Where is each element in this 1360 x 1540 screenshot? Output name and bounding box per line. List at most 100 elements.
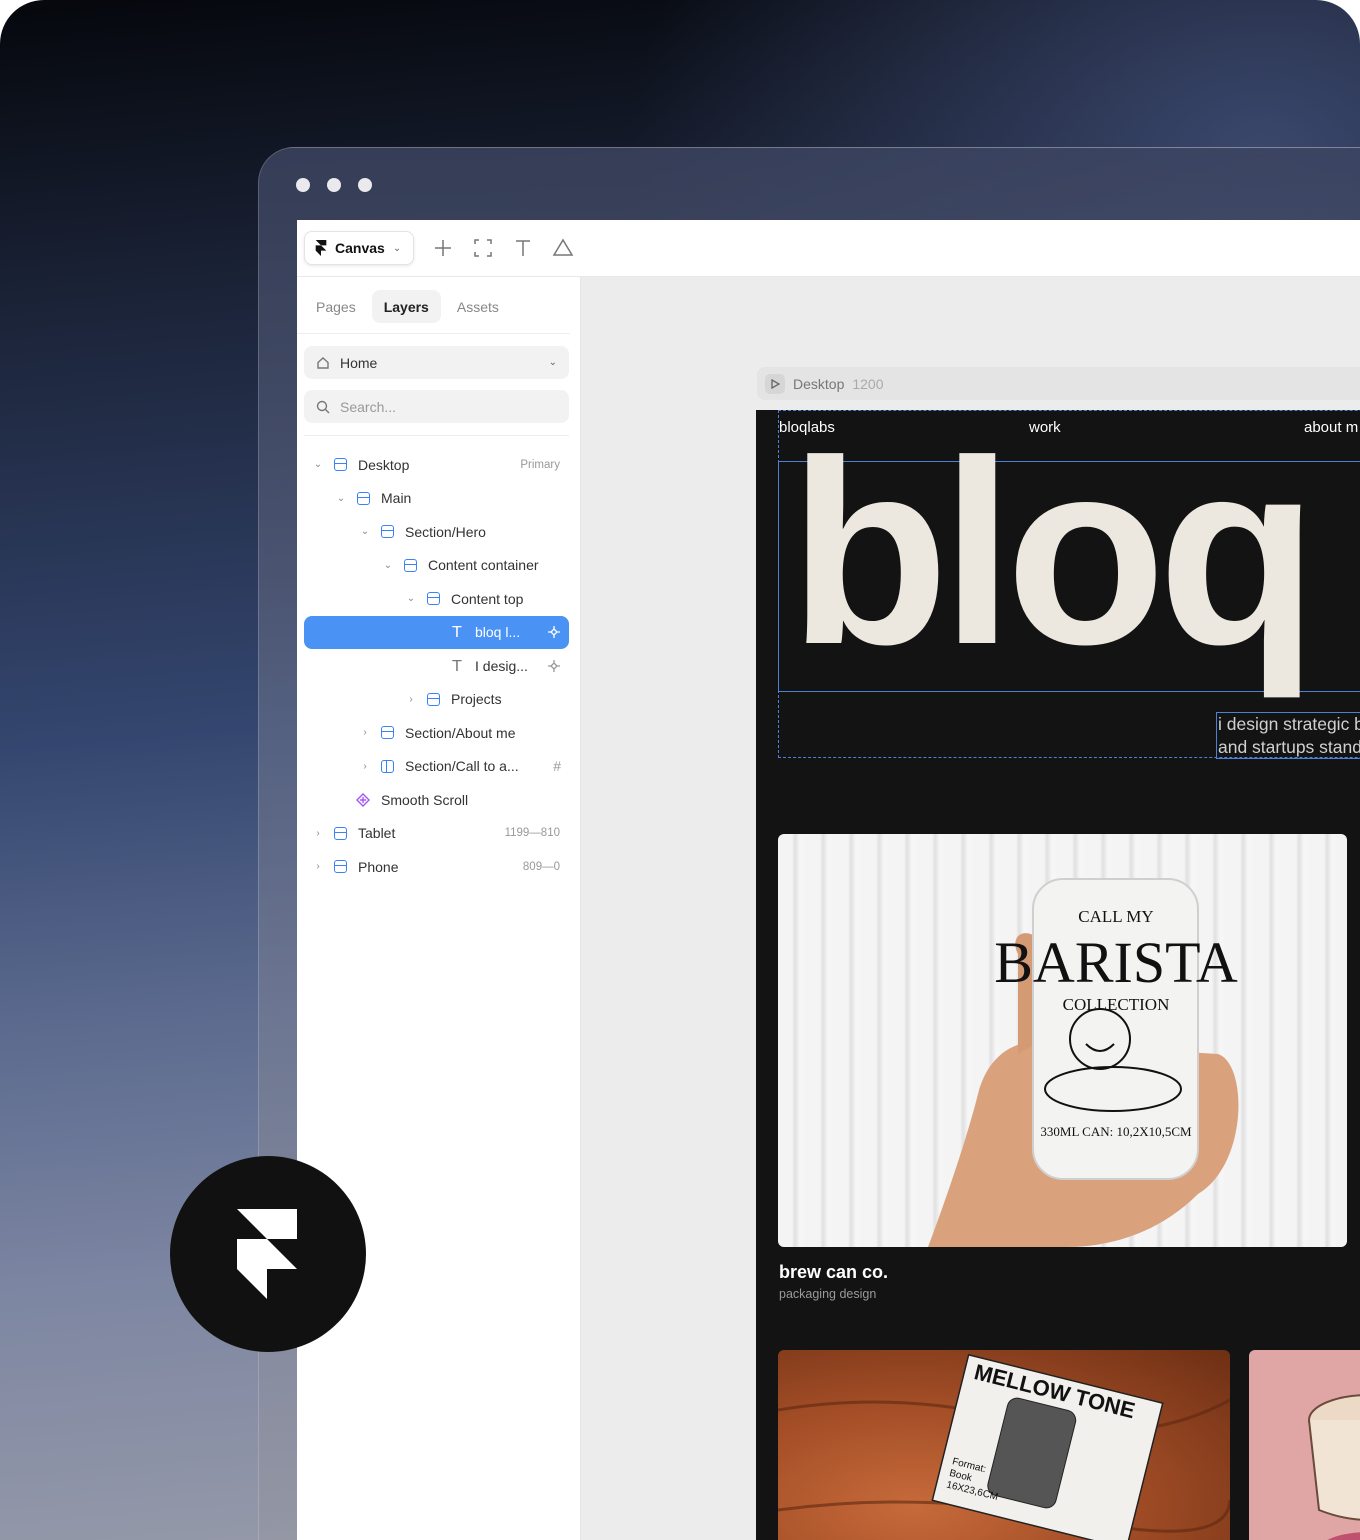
layer-desktop[interactable]: ⌄ Desktop Primary [304,448,569,482]
book-image: MELLOW TONE Format: Book 16X23,6CM [778,1353,1230,1540]
can-text-1: CALL MY [1078,907,1153,926]
minimize-dot[interactable] [327,178,341,192]
project-image-cups[interactable] [1249,1350,1360,1540]
can-text-4: 330ML CAN: 10,2X10,5CM [1040,1124,1192,1139]
canvas-menu-button[interactable]: Canvas ⌄ [304,231,415,265]
play-icon[interactable] [765,373,785,394]
tagline-line-2: and startups stand [1218,737,1360,757]
frame-icon [403,558,417,572]
canvas-area[interactable]: Desktop 1200 bloqlabs work about m bloq … [581,277,1360,1540]
layer-tree: ⌄ Desktop Primary ⌄ Main ⌄ Section/Hero … [297,448,580,884]
grid-icon: # [553,758,561,775]
tab-layers[interactable]: Layers [371,290,441,323]
frame-header[interactable]: Desktop 1200 [757,367,1360,400]
tab-pages[interactable]: Pages [304,290,368,323]
page-select-value: Home [340,354,378,371]
frame-name: Desktop [793,375,845,392]
layer-section-hero[interactable]: ⌄ Section/Hero [304,515,569,549]
layer-label: Content top [451,590,524,607]
layer-label: Projects [451,691,502,708]
layer-meta: 1199—810 [504,827,560,840]
desktop-frame[interactable]: bloqlabs work about m bloq la i design s… [756,410,1360,1540]
chevron-down-icon[interactable]: ⌄ [382,560,394,571]
frame-icon [380,525,394,539]
layer-label: Tablet [358,825,396,842]
canvas-label: Canvas [335,240,385,256]
frame-icon [426,692,440,706]
window-controls [296,178,372,192]
text-icon [516,240,531,256]
close-dot[interactable] [296,178,310,192]
layer-tablet[interactable]: › Tablet 1199—810 [304,817,569,851]
layer-bloq-text[interactable]: T bloq l... [304,615,569,649]
insert-tool[interactable] [424,229,462,267]
chevron-right-icon[interactable]: › [405,694,417,705]
layer-label: bloq l... [475,624,521,641]
maximize-dot[interactable] [358,178,372,192]
layer-section-cta[interactable]: › Section/Call to a... # [304,750,569,784]
frame-tool[interactable] [464,229,502,267]
chevron-down-icon: ⌄ [392,242,402,254]
layer-label: Content container [428,557,539,574]
text-icon: T [452,656,462,675]
layer-smooth-scroll[interactable]: Smooth Scroll [304,783,569,817]
layer-search[interactable]: Search... [304,390,569,423]
triangle-icon [552,238,574,256]
layer-label: Desktop [358,456,410,473]
panel-tabs: Pages Layers Assets [297,277,570,334]
chevron-down-icon[interactable]: ⌄ [359,526,371,537]
text-tool[interactable] [504,229,542,267]
chevron-right-icon[interactable]: › [359,761,371,772]
home-icon [317,356,329,369]
layer-label: Section/About me [405,724,516,741]
layer-projects[interactable]: › Projects [304,683,569,717]
chevron-down-icon[interactable]: ⌄ [312,459,324,470]
project-image-brew-can[interactable]: CALL MY BARISTA COLLECTION 330ML CAN: 10… [778,834,1347,1247]
text-icon: T [452,623,462,642]
layer-label: Phone [358,858,399,875]
search-placeholder: Search... [340,398,397,415]
effect-icon[interactable] [547,625,569,639]
layer-section-about[interactable]: › Section/About me [304,716,569,750]
layer-label: Section/Call to a... [405,758,519,775]
hero-text-selection[interactable]: bloq la [778,422,1360,692]
framer-editor: Canvas ⌄ Pages Layers Assets Home ⌄ Sear… [297,220,1360,1540]
left-panel: Pages Layers Assets Home ⌄ Search... ⌄ D… [297,277,581,1540]
project-image-mellow-tone[interactable]: MELLOW TONE Format: Book 16X23,6CM [778,1350,1230,1540]
tab-assets[interactable]: Assets [445,290,511,323]
framer-logo-icon [237,1209,297,1299]
frame-icon [356,491,370,505]
chevron-right-icon[interactable]: › [312,828,324,839]
layer-meta: Primary [520,458,560,471]
layer-label: Smooth Scroll [381,791,469,808]
chevron-down-icon[interactable]: ⌄ [405,593,417,604]
framer-logo-icon [315,240,327,256]
chevron-down-icon[interactable]: ⌄ [335,493,347,504]
layer-main[interactable]: ⌄ Main [304,482,569,516]
frame-icon [380,726,394,740]
layer-idesign-text[interactable]: T I desig... [304,649,569,683]
can-text-2: BARISTA [994,930,1238,995]
layer-phone[interactable]: › Phone 809—0 [304,850,569,884]
can-text-3: COLLECTION [1063,995,1170,1014]
vector-tool[interactable] [544,229,582,267]
layer-label: Section/Hero [405,523,486,540]
hero-tagline[interactable]: i design strategic b and startups stand [1216,712,1360,759]
hero-heading: bloq la [789,410,1360,699]
frame-icon [333,826,347,840]
chevron-right-icon[interactable]: › [312,861,324,872]
project-title[interactable]: brew can co. [779,1262,888,1283]
top-toolbar: Canvas ⌄ [297,220,1360,277]
cup-image [1308,1394,1360,1540]
search-icon [316,400,330,413]
effect-icon[interactable] [547,659,569,673]
frame-icon [426,592,440,606]
can-in-hand-image: CALL MY BARISTA COLLECTION 330ML CAN: 10… [928,878,1239,1247]
stack-icon [380,759,394,773]
page-selector[interactable]: Home ⌄ [304,346,569,379]
divider [304,435,569,436]
framer-logo-badge [170,1156,366,1352]
layer-content-container[interactable]: ⌄ Content container [304,549,569,583]
chevron-right-icon[interactable]: › [359,727,371,738]
layer-content-top[interactable]: ⌄ Content top [304,582,569,616]
